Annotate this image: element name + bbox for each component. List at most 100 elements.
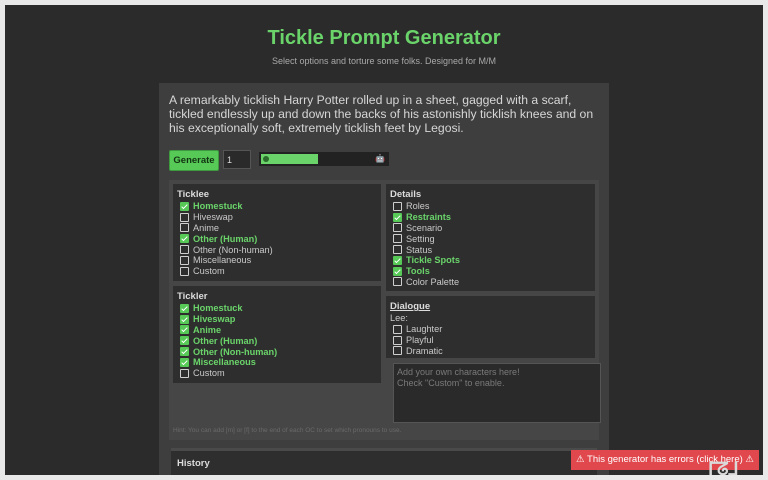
checkbox-unchecked-icon[interactable] bbox=[393, 223, 402, 233]
checkbox-label: Other (Human) bbox=[193, 335, 258, 346]
checkbox-option[interactable]: Custom bbox=[180, 266, 381, 277]
checkbox-unchecked-icon[interactable] bbox=[393, 245, 402, 255]
checkbox-unchecked-icon[interactable] bbox=[180, 212, 189, 222]
progress-dot-icon bbox=[263, 156, 269, 162]
checkbox-checked-icon[interactable] bbox=[180, 357, 189, 367]
checkbox-checked-icon[interactable] bbox=[180, 314, 189, 324]
checkbox-checked-icon[interactable] bbox=[180, 303, 189, 313]
checkbox-label: Restraints bbox=[406, 212, 451, 223]
checkbox-option[interactable]: Tickle Spots bbox=[393, 255, 595, 266]
details-heading: Details bbox=[390, 189, 422, 200]
checkbox-option[interactable]: Dramatic bbox=[393, 346, 595, 357]
dialogue-box: Dialogue Lee: Laughter Playful Dramatic bbox=[386, 296, 595, 358]
checkbox-option[interactable]: Laughter bbox=[393, 324, 595, 335]
checkbox-unchecked-icon[interactable] bbox=[393, 335, 402, 345]
checkbox-option[interactable]: Homestuck bbox=[180, 303, 381, 314]
checkbox-label: Other (Human) bbox=[193, 233, 258, 244]
checkbox-option[interactable]: Homestuck bbox=[180, 201, 381, 212]
checkbox-checked-icon[interactable] bbox=[180, 201, 189, 211]
checkbox-label: Anime bbox=[193, 222, 220, 233]
checkbox-label: Anime bbox=[193, 324, 222, 335]
checkbox-label: Tickle Spots bbox=[406, 255, 460, 266]
checkbox-label: Homestuck bbox=[193, 201, 243, 212]
history-section: History bbox=[171, 448, 597, 475]
checkbox-unchecked-icon[interactable] bbox=[393, 277, 402, 287]
site-logo: ᒥᘔᒧ bbox=[708, 459, 739, 475]
page-subtitle: Select options and torture some folks. D… bbox=[271, 56, 497, 66]
checkbox-option[interactable]: Status bbox=[393, 244, 595, 255]
checkbox-option[interactable]: Custom bbox=[180, 368, 381, 379]
checkbox-option[interactable]: Anime bbox=[180, 223, 381, 234]
checkbox-unchecked-icon[interactable] bbox=[393, 201, 402, 211]
checkbox-label: Scenario bbox=[406, 222, 443, 233]
checkbox-label: Roles bbox=[406, 201, 430, 212]
dialogue-heading: Dialogue bbox=[390, 301, 431, 312]
checkbox-checked-icon[interactable] bbox=[180, 347, 189, 357]
progress-bar: 🤖 bbox=[259, 152, 389, 166]
checkbox-label: Setting bbox=[406, 233, 435, 244]
custom-characters-textarea[interactable]: Add your own characters here! Check "Cus… bbox=[393, 363, 601, 423]
history-heading: History bbox=[177, 458, 210, 469]
options-area: Ticklee Homestuck Hiveswap Anime Other (Hum… bbox=[169, 180, 601, 440]
count-input[interactable]: 1 bbox=[223, 150, 251, 169]
checkbox-label: Laughter bbox=[406, 324, 443, 335]
checkbox-checked-icon[interactable] bbox=[180, 336, 189, 346]
checkbox-checked-icon[interactable] bbox=[393, 255, 402, 265]
ticklee-box: Ticklee Homestuck Hiveswap Anime Other (Hum… bbox=[173, 184, 381, 281]
checkbox-label: Color Palette bbox=[406, 276, 460, 287]
checkbox-option[interactable]: Restraints bbox=[393, 212, 595, 223]
checkbox-unchecked-icon[interactable] bbox=[180, 223, 189, 233]
dialogue-list: Laughter Playful Dramatic bbox=[386, 324, 595, 356]
checkbox-label: Homestuck bbox=[193, 303, 243, 314]
checkbox-option[interactable]: Miscellaneous bbox=[180, 255, 381, 266]
robot-icon[interactable]: 🤖 bbox=[375, 154, 385, 164]
checkbox-option[interactable]: Color Palette bbox=[393, 277, 595, 288]
checkbox-label: Status bbox=[406, 244, 433, 255]
checkbox-label: Playful bbox=[406, 335, 434, 346]
checkbox-label: Other (Non-human) bbox=[193, 244, 273, 255]
checkbox-label: Tools bbox=[406, 266, 430, 277]
generator-panel: A remarkably ticklish Harry Potter rolle… bbox=[159, 83, 609, 475]
checkbox-unchecked-icon[interactable] bbox=[393, 346, 402, 356]
checkbox-unchecked-icon[interactable] bbox=[393, 324, 402, 334]
checkbox-option[interactable]: Other (Non-human) bbox=[180, 346, 381, 357]
generate-button[interactable]: Generate bbox=[169, 150, 219, 171]
checkbox-label: Hiveswap bbox=[193, 212, 233, 223]
checkbox-option[interactable]: Other (Human) bbox=[180, 335, 381, 346]
checkbox-option[interactable]: Other (Non-human) bbox=[180, 244, 381, 255]
checkbox-label: Hiveswap bbox=[193, 314, 236, 325]
checkbox-option[interactable]: Hiveswap bbox=[180, 212, 381, 223]
checkbox-option[interactable]: Scenario bbox=[393, 223, 595, 234]
generated-output: A remarkably ticklish Harry Potter rolle… bbox=[169, 93, 594, 135]
app-frame: Tickle Prompt Generator Select options a… bbox=[5, 5, 763, 475]
checkbox-unchecked-icon[interactable] bbox=[393, 234, 402, 244]
checkbox-option[interactable]: Hiveswap bbox=[180, 314, 381, 325]
checkbox-option[interactable]: Roles bbox=[393, 201, 595, 212]
checkbox-checked-icon[interactable] bbox=[393, 266, 402, 276]
dialogue-sublabel: Lee: bbox=[390, 313, 408, 323]
checkbox-checked-icon[interactable] bbox=[393, 212, 402, 222]
details-list: Roles Restraints Scenario Setting Status Tick… bbox=[386, 201, 595, 287]
checkbox-unchecked-icon[interactable] bbox=[180, 266, 189, 276]
checkbox-option[interactable]: Tools bbox=[393, 266, 595, 277]
checkbox-option[interactable]: Other (Human) bbox=[180, 233, 381, 244]
checkbox-checked-icon[interactable] bbox=[180, 325, 189, 335]
checkbox-label: Custom bbox=[193, 266, 225, 277]
checkbox-option[interactable]: Setting bbox=[393, 233, 595, 244]
checkbox-label: Miscellaneous bbox=[193, 357, 256, 368]
page-title: Tickle Prompt Generator bbox=[267, 27, 501, 49]
ticklee-heading: Ticklee bbox=[177, 189, 210, 200]
checkbox-option[interactable]: Anime bbox=[180, 325, 381, 336]
checkbox-option[interactable]: Playful bbox=[393, 335, 595, 346]
tickler-box: Tickler Homestuck Hiveswap Anime Other (Hum… bbox=[173, 286, 381, 383]
progress-fill bbox=[261, 154, 318, 164]
checkbox-unchecked-icon[interactable] bbox=[180, 368, 189, 378]
hint-text: Hint: You can add [m] or [f] to the end … bbox=[173, 427, 402, 434]
tickler-heading: Tickler bbox=[177, 291, 208, 302]
checkbox-checked-icon[interactable] bbox=[180, 234, 189, 244]
ticklee-list: Homestuck Hiveswap Anime Other (Human) Other… bbox=[173, 201, 381, 277]
details-box: Details Roles Restraints Scenario Setting St… bbox=[386, 184, 595, 291]
checkbox-unchecked-icon[interactable] bbox=[180, 245, 189, 255]
checkbox-unchecked-icon[interactable] bbox=[180, 255, 189, 265]
checkbox-option[interactable]: Miscellaneous bbox=[180, 357, 381, 368]
